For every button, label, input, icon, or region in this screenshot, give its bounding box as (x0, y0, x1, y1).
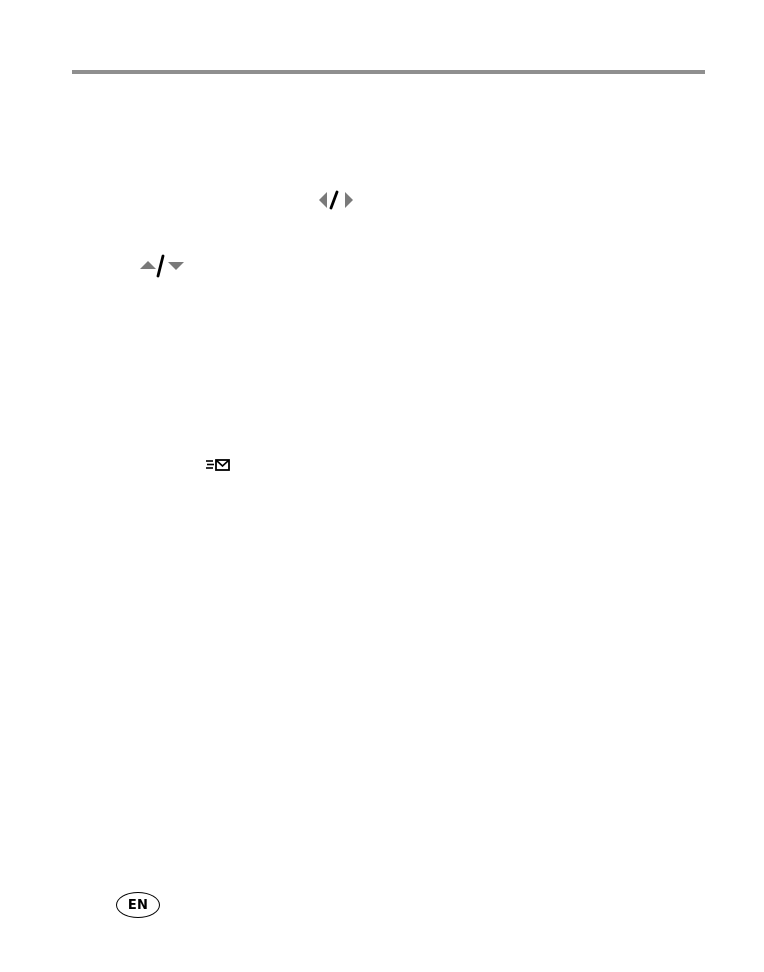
share-envelope-icon (206, 459, 230, 471)
right-arrow-icon (345, 192, 353, 208)
header-rule (72, 70, 705, 74)
down-arrow-icon (168, 262, 184, 270)
left-arrow-icon (319, 192, 327, 208)
up-down-arrows-icon (140, 254, 184, 278)
language-badge: EN (116, 892, 160, 918)
up-arrow-icon (140, 261, 156, 269)
slash-separator-icon (156, 254, 165, 278)
left-right-arrows-icon (319, 190, 353, 210)
slash-separator-icon (329, 190, 339, 210)
